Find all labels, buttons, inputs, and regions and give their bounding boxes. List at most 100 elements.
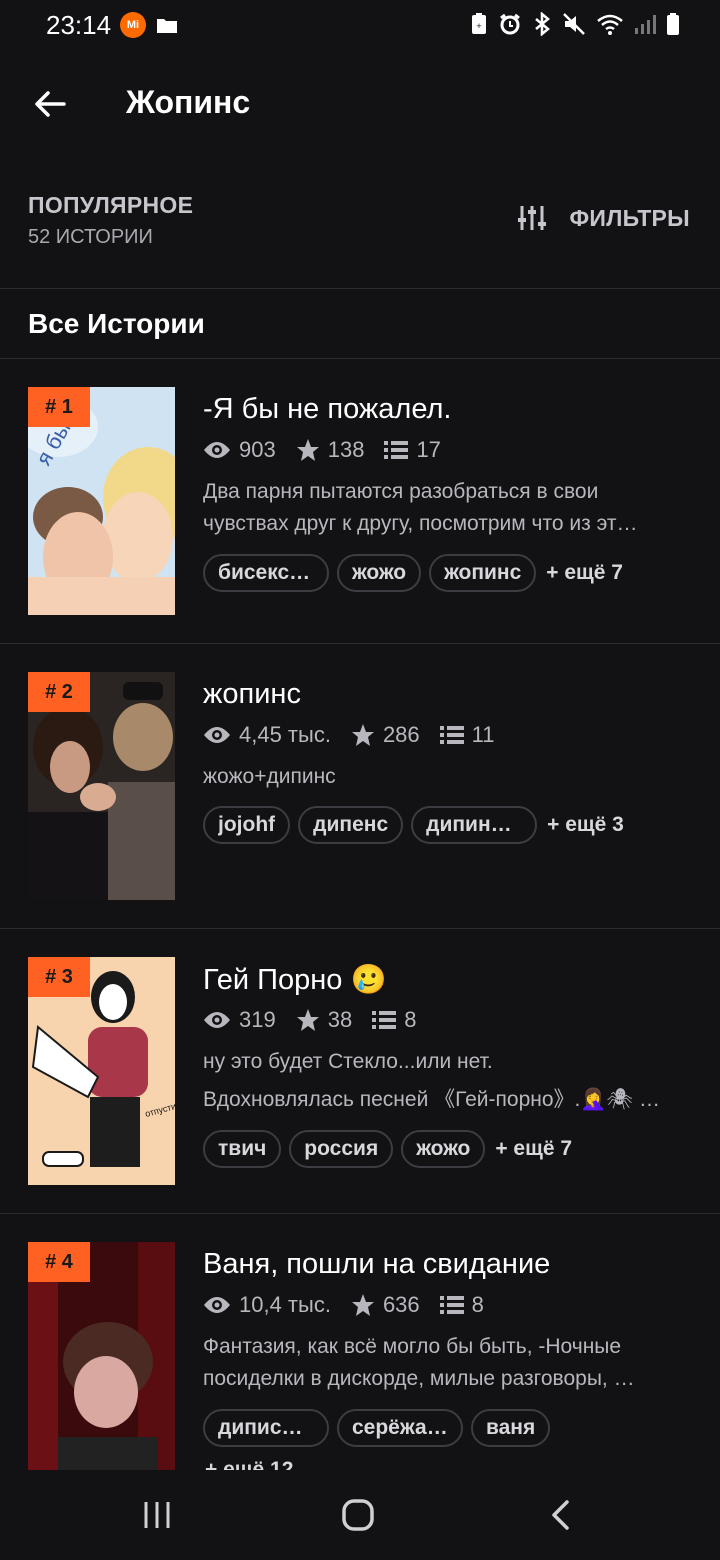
parts-list-icon	[384, 441, 409, 459]
star-icon	[351, 724, 374, 746]
story-card[interactable]: # 4 Ваня, пошли на свидание 10,4 тыс. 63…	[0, 1214, 720, 1470]
views-count: 319	[239, 1007, 276, 1032]
tag-chip[interactable]: серёжаиваня	[337, 1409, 463, 1447]
story-card[interactable]: отпусти! # 3 Гей Порно 🥲 319 38 8 ну это…	[0, 929, 720, 1214]
eye-icon	[204, 442, 230, 458]
recent-apps-button[interactable]	[127, 1490, 187, 1540]
filter-button[interactable]: ФИЛЬТРЫ	[517, 204, 690, 232]
svg-text:+: +	[476, 21, 481, 31]
sort-header: ПОПУЛЯРНОЕ 52 ИСТОРИИ ФИЛЬТРЫ	[0, 178, 720, 289]
story-description-line2: Вдохновлялась песней 《Гей-порно》.🤦‍♀️🕷 …	[203, 1088, 660, 1111]
story-description: Два парня пытаются разобраться в свои	[203, 480, 599, 503]
alarm-icon	[500, 13, 520, 35]
views-count: 4,45 тыс.	[239, 722, 331, 747]
tag-chip[interactable]: дипинс02	[411, 806, 538, 844]
tag-chip[interactable]: диписижопинс	[203, 1409, 329, 1447]
parts-count: 11	[471, 722, 495, 747]
story-count: 52 ИСТОРИИ	[28, 226, 153, 248]
arrow-left-icon	[35, 91, 66, 117]
back-button[interactable]	[28, 82, 72, 126]
votes-count: 138	[327, 437, 365, 462]
story-cover-image[interactable]: # 4	[28, 1242, 175, 1470]
story-cover-image[interactable]: отпусти! # 3	[28, 957, 175, 1185]
tag-chip[interactable]: дипенс	[298, 806, 404, 844]
rank-badge: # 2	[28, 672, 90, 712]
home-button[interactable]	[328, 1490, 388, 1540]
votes-count: 636	[382, 1292, 420, 1317]
chevron-left-icon	[552, 1500, 569, 1530]
story-description-line2: посиделки в дискорде, милые разговоры, …	[203, 1367, 635, 1390]
folder-icon	[157, 19, 177, 33]
sliders-icon	[518, 206, 547, 230]
votes-count: 38	[327, 1007, 353, 1032]
star-icon	[296, 1009, 319, 1031]
recent-apps-icon	[144, 1502, 170, 1528]
parts-count: 17	[416, 437, 441, 462]
star-icon	[351, 1294, 374, 1316]
parts-count: 8	[471, 1292, 484, 1317]
story-stats: 4,45 тыс. 286 11	[203, 722, 515, 748]
rank-badge: # 1	[28, 387, 90, 427]
views-count: 903	[239, 437, 276, 462]
story-tags: jojohf дипенс дипинс02 + ещё 3	[203, 806, 624, 844]
parts-list-icon	[439, 1296, 464, 1314]
tag-chip[interactable]: жожо	[337, 554, 422, 592]
story-title[interactable]: Ваня, пошли на свидание	[203, 1248, 550, 1281]
story-card[interactable]: я бы не # 1 -Я бы не пожалел. 903 138 17…	[0, 359, 720, 644]
page-title: Жопинс	[126, 84, 251, 120]
filter-label: ФИЛЬТРЫ	[569, 204, 690, 231]
story-stats: 319 38 8	[203, 1007, 436, 1033]
more-tags-link[interactable]: + ещё 3	[547, 813, 624, 837]
story-description: ну это будет Стекло...или нет.	[203, 1050, 493, 1073]
rank-badge: # 3	[28, 957, 90, 997]
home-icon	[342, 1499, 374, 1531]
story-title[interactable]: -Я бы не пожалел.	[203, 393, 451, 426]
story-card[interactable]: # 2 жопинс 4,45 тыс. 286 11 жожо+дипинс …	[0, 644, 720, 929]
tag-chip[interactable]: жожо	[401, 1130, 486, 1168]
story-title[interactable]: жопинс	[203, 678, 301, 711]
system-nav-bar	[0, 1470, 720, 1560]
parts-count: 8	[404, 1007, 417, 1032]
tag-chip[interactable]: россия	[289, 1130, 394, 1168]
story-stats: 903 138 17	[203, 437, 461, 463]
story-description-line2: чувствах друг к другу, посмотрим что из …	[203, 512, 638, 535]
story-cover-image[interactable]: я бы не # 1	[28, 387, 175, 615]
status-bar: 23:14 Mi +	[0, 0, 720, 52]
wifi-icon	[597, 14, 623, 35]
tag-chip[interactable]: ваня	[471, 1409, 551, 1447]
app-bar: Жопинс	[0, 60, 720, 148]
signal-icon	[635, 15, 656, 34]
story-tags: твич россия жожо + ещё 7	[203, 1130, 572, 1168]
status-time: 23:14	[46, 10, 112, 40]
story-cover-image[interactable]: # 2	[28, 672, 175, 900]
more-tags-link[interactable]: + ещё 7	[495, 1137, 572, 1161]
mute-icon	[563, 13, 585, 35]
story-description: жожо+дипинс	[203, 765, 336, 788]
back-nav-button[interactable]	[530, 1490, 590, 1540]
story-tags: диписижопинс серёжаиваня ваня	[203, 1409, 551, 1447]
parts-list-icon	[439, 726, 464, 744]
parts-list-icon	[372, 1011, 397, 1029]
battery-saver-icon: +	[472, 13, 486, 34]
tag-chip[interactable]: твич	[203, 1130, 282, 1168]
list-header: Все Истории	[0, 290, 720, 359]
eye-icon	[204, 727, 230, 743]
story-title[interactable]: Гей Порно 🥲	[203, 963, 387, 997]
more-tags-link[interactable]: + ещё 7	[546, 561, 623, 585]
story-description: Фантазия, как всё могло бы быть, -Ночные	[203, 1335, 622, 1358]
tag-chip[interactable]: жопинс	[429, 554, 537, 592]
star-icon	[296, 439, 319, 461]
tag-chip[interactable]: jojohf	[203, 806, 291, 844]
mi-notification-icon: Mi	[120, 12, 146, 38]
views-count: 10,4 тыс.	[239, 1292, 331, 1317]
bluetooth-icon	[535, 12, 550, 36]
sort-title[interactable]: ПОПУЛЯРНОЕ	[28, 192, 193, 219]
rank-badge: # 4	[28, 1242, 90, 1282]
story-tags: бисексуальность жожо жопинс + ещё 7	[203, 554, 623, 592]
more-tags-link[interactable]: + ещё 12	[205, 1458, 293, 1470]
votes-count: 286	[382, 722, 420, 747]
eye-icon	[204, 1297, 230, 1313]
tag-chip[interactable]: бисексуальность	[203, 554, 329, 592]
eye-icon	[204, 1012, 230, 1028]
list-title: Все Истории	[28, 308, 205, 339]
